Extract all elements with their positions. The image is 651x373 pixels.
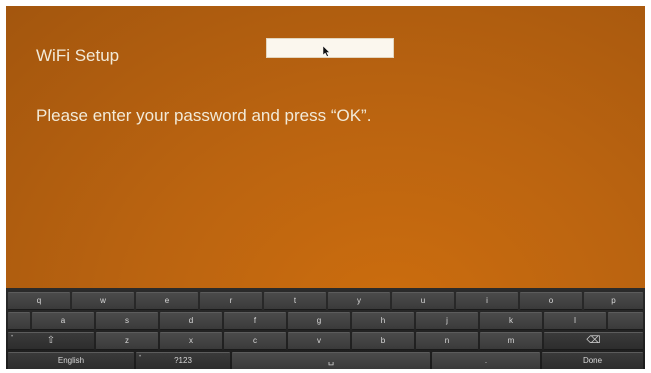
- key-t[interactable]: t: [264, 292, 326, 310]
- key-label: l: [574, 316, 576, 325]
- key-x[interactable]: x: [160, 332, 222, 350]
- key-d[interactable]: d: [160, 312, 222, 330]
- key-label: o: [548, 296, 554, 305]
- key-j[interactable]: j: [416, 312, 478, 330]
- backspace-icon: ⌫: [586, 335, 601, 346]
- key-label: k: [509, 316, 513, 325]
- key-label: z: [125, 336, 129, 345]
- key-label: f: [253, 316, 257, 325]
- key-y[interactable]: y: [328, 292, 390, 310]
- onscreen-keyboard: q w e r t y u i o p a s d f g h j k l • …: [6, 288, 645, 369]
- key-m[interactable]: m: [480, 332, 542, 350]
- key-c[interactable]: c: [224, 332, 286, 350]
- instruction-text: Please enter your password and press “OK…: [36, 106, 372, 125]
- key-z[interactable]: z: [96, 332, 158, 350]
- space-icon: ␣: [327, 355, 335, 366]
- key-g[interactable]: g: [288, 312, 350, 330]
- key-label: n: [444, 336, 450, 345]
- key-label: r: [229, 296, 233, 305]
- key-p[interactable]: p: [584, 292, 643, 310]
- key-label: g: [316, 316, 322, 325]
- mouse-pointer-icon: [323, 46, 331, 57]
- key-spacer-left: [8, 312, 30, 330]
- key-u[interactable]: u: [392, 292, 454, 310]
- key-i[interactable]: i: [456, 292, 518, 310]
- backspace-key[interactable]: ⌫: [544, 332, 643, 350]
- key-label: Done: [582, 356, 603, 365]
- key-o[interactable]: o: [520, 292, 582, 310]
- key-label: y: [357, 296, 361, 305]
- key-label: m: [507, 336, 515, 345]
- key-a[interactable]: a: [32, 312, 94, 330]
- done-key[interactable]: Done: [542, 352, 643, 369]
- key-label: t: [293, 296, 297, 305]
- key-k[interactable]: k: [480, 312, 542, 330]
- key-s[interactable]: s: [96, 312, 158, 330]
- key-label: .: [484, 356, 488, 365]
- key-v[interactable]: v: [288, 332, 350, 350]
- key-label: e: [164, 296, 170, 305]
- key-spacer-right: [608, 312, 643, 330]
- key-label: d: [188, 316, 194, 325]
- key-label: w: [100, 296, 106, 305]
- space-key[interactable]: ␣: [232, 352, 430, 369]
- language-key[interactable]: English: [8, 352, 134, 369]
- key-w[interactable]: w: [72, 292, 134, 310]
- key-corner-mark: •: [11, 334, 14, 340]
- key-label: English: [57, 356, 85, 365]
- key-q[interactable]: q: [8, 292, 70, 310]
- key-label: q: [36, 296, 42, 305]
- shift-key[interactable]: • ⇧: [8, 332, 94, 350]
- key-label: p: [611, 296, 616, 305]
- key-label: h: [380, 316, 386, 325]
- key-f[interactable]: f: [224, 312, 286, 330]
- key-corner-mark: •: [139, 354, 142, 360]
- tv-screen: WiFi Setup Please enter your password an…: [6, 6, 645, 369]
- key-b[interactable]: b: [352, 332, 414, 350]
- key-h[interactable]: h: [352, 312, 414, 330]
- key-label: j: [446, 316, 448, 325]
- key-label: v: [317, 336, 321, 345]
- key-label: ?123: [174, 356, 192, 365]
- key-label: s: [125, 316, 129, 325]
- key-r[interactable]: r: [200, 292, 262, 310]
- key-label: x: [189, 336, 193, 345]
- period-key[interactable]: .: [432, 352, 540, 369]
- key-e[interactable]: e: [136, 292, 198, 310]
- symbols-key[interactable]: • ?123: [136, 352, 230, 369]
- key-label: c: [253, 336, 257, 345]
- key-n[interactable]: n: [416, 332, 478, 350]
- key-label: a: [60, 316, 66, 325]
- key-label: i: [486, 296, 488, 305]
- key-label: u: [420, 296, 426, 305]
- key-label: b: [380, 336, 386, 345]
- page-title: WiFi Setup: [36, 46, 120, 65]
- key-l[interactable]: l: [544, 312, 606, 330]
- shift-icon: ⇧: [46, 335, 56, 346]
